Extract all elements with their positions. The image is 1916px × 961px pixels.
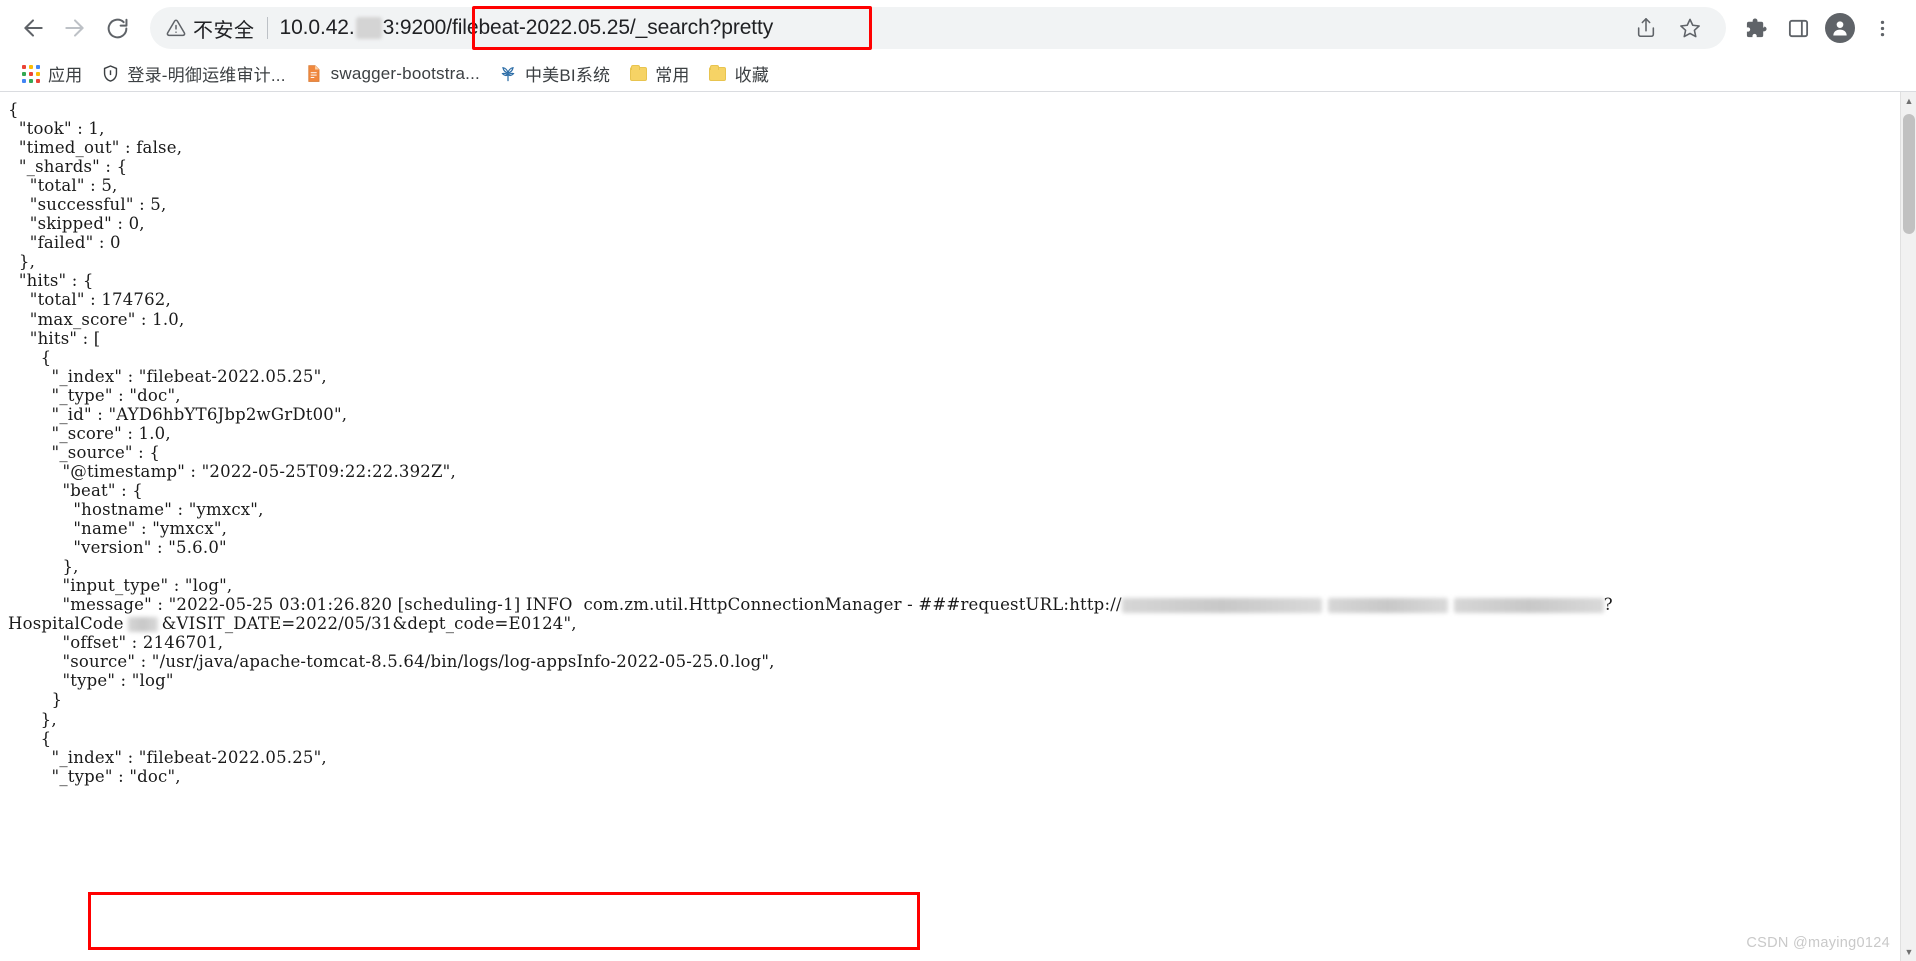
- json-message-head: "message" : "2022-05-25 03:01:26.820 [sc…: [8, 595, 1122, 615]
- bookmark-folder-2[interactable]: 收藏: [699, 57, 778, 90]
- url-path: filebeat-2022.05.25/_search?pretty: [452, 16, 774, 39]
- json-line: {: [8, 728, 52, 748]
- json-line: "total" : 174762,: [8, 290, 171, 310]
- json-line: "_id" : "AYD6hbYT6Jbp2wGrDt00",: [8, 404, 348, 424]
- json-line: "max_score" : 1.0,: [8, 309, 185, 329]
- bookmark-label: 收藏: [734, 66, 770, 85]
- address-bar[interactable]: 不安全 10.0.42. 3:9200/filebeat-2022.05.25/_…: [150, 7, 1726, 49]
- json-line: "_index" : "filebeat-2022.05.25",: [8, 747, 327, 767]
- json-message-tail-2: &VISIT_DATE=2022/05/31&dept_code=E0124",: [161, 614, 577, 634]
- extensions-icon[interactable]: [1736, 8, 1776, 48]
- json-line-source: "source" : "/usr/java/apache-tomcat-8.5.…: [8, 652, 775, 672]
- scroll-down-arrow[interactable]: ▼: [1901, 943, 1916, 961]
- json-line: {: [8, 347, 52, 367]
- profile-avatar[interactable]: [1820, 8, 1860, 48]
- json-line: "hits" : {: [8, 271, 94, 291]
- json-line: "version" : "5.6.0": [8, 538, 227, 558]
- apps-grid-icon: [21, 64, 41, 84]
- json-line: "skipped" : 0,: [8, 214, 145, 234]
- arrow-left-icon: [24, 19, 43, 37]
- json-line: "_source" : {: [8, 442, 161, 462]
- json-line: "input_type" : "log",: [8, 576, 233, 596]
- bookmark-label: 常用: [655, 66, 690, 85]
- folder-icon: [708, 64, 728, 84]
- url-host: 10.0.42.: [279, 16, 355, 39]
- scrollbar-thumb[interactable]: [1903, 114, 1915, 234]
- bookmark-folder-1[interactable]: 常用: [619, 57, 698, 90]
- url-host-tail: 3:9200: [382, 16, 447, 39]
- json-line: "@timestamp" : "2022-05-25T09:22:22.392Z…: [8, 461, 456, 481]
- json-line: "hostname" : "ymxcx",: [8, 499, 264, 519]
- browser-window: 不安全 10.0.42. 3:9200/filebeat-2022.05.25/_…: [0, 0, 1916, 961]
- json-line: "failed" : 0: [8, 233, 121, 253]
- bookmark-apps[interactable]: 应用: [12, 57, 91, 90]
- json-line: "hits" : [: [8, 328, 101, 348]
- message-redaction-blur-4: [127, 617, 158, 633]
- json-line: {: [8, 100, 19, 119]
- json-line: },: [8, 252, 36, 272]
- json-line: },: [8, 709, 57, 729]
- url-text[interactable]: 10.0.42. 3:9200/filebeat-2022.05.25/_sear…: [279, 16, 774, 40]
- json-line: "offset" : 2146701,: [8, 633, 224, 653]
- json-line: "_shards" : {: [8, 157, 128, 177]
- bookmark-label: 登录-明御运维审计...: [127, 66, 286, 85]
- source-highlight-box: [88, 892, 920, 950]
- vertical-scrollbar[interactable]: ▲ ▼: [1900, 92, 1916, 961]
- json-line: },: [8, 557, 79, 577]
- url-redaction-blur: [355, 17, 382, 39]
- json-line: "_index" : "filebeat-2022.05.25",: [8, 366, 327, 386]
- json-line: "total" : 5,: [8, 176, 118, 196]
- bookmark-label: swagger-bootstra...: [330, 63, 480, 83]
- shield-icon: [100, 64, 120, 84]
- json-message-line: "message" : "2022-05-25 03:01:26.820 [sc…: [8, 595, 1613, 633]
- bookmark-star-icon[interactable]: [1670, 8, 1710, 48]
- message-redaction-blur-1: [1121, 598, 1322, 614]
- reload-button[interactable]: [98, 9, 136, 47]
- chrome-menu-icon[interactable]: [1862, 8, 1902, 48]
- share-icon[interactable]: [1626, 8, 1666, 48]
- bookmark-label: 应用: [48, 66, 83, 85]
- plant-icon: [498, 64, 518, 84]
- security-status-text: 不安全: [193, 19, 255, 42]
- forward-button[interactable]: [56, 9, 94, 47]
- bookmark-item-1[interactable]: 登录-明御运维审计...: [91, 57, 294, 90]
- json-line: "_type" : "doc",: [8, 766, 181, 786]
- json-line: "beat" : {: [8, 480, 143, 500]
- json-line: "successful" : 5,: [8, 195, 167, 215]
- toolbar-actions: [1736, 8, 1902, 48]
- json-line-type: "type" : "log": [8, 671, 174, 691]
- bookmark-item-2[interactable]: swagger-bootstra...: [295, 60, 489, 88]
- scroll-up-arrow[interactable]: ▲: [1901, 92, 1916, 110]
- not-secure-warning-icon[interactable]: [166, 18, 186, 38]
- json-line: "took" : 1,: [8, 119, 105, 139]
- document-icon: [304, 64, 324, 84]
- json-line: "_type" : "doc",: [8, 385, 181, 405]
- json-message-tail-1: HospitalCode: [8, 614, 124, 634]
- bookmark-label: 中美BI系统: [524, 66, 611, 85]
- bookmark-item-3[interactable]: 中美BI系统: [489, 57, 619, 90]
- json-message-q: ?: [1603, 595, 1613, 615]
- side-panel-icon[interactable]: [1778, 8, 1818, 48]
- omnibox-divider: [266, 17, 268, 39]
- folder-icon: [628, 64, 648, 84]
- json-line: "timed_out" : false,: [8, 138, 183, 158]
- page-content: { "took" : 1, "timed_out" : false, "_sha…: [0, 92, 1916, 961]
- message-redaction-blur-2: [1327, 598, 1448, 614]
- message-redaction-blur-3: [1453, 598, 1604, 614]
- reload-icon: [107, 18, 127, 38]
- browser-toolbar: 不安全 10.0.42. 3:9200/filebeat-2022.05.25/_…: [0, 0, 1916, 56]
- json-line: }: [8, 690, 63, 710]
- bookmarks-bar: 应用 登录-明御运维审计... swagger-bootstra... 中美BI…: [0, 56, 1916, 92]
- back-button[interactable]: [14, 9, 52, 47]
- arrow-right-icon: [65, 19, 84, 37]
- json-line: "_score" : 1.0,: [8, 423, 171, 443]
- json-line: "name" : "ymxcx",: [8, 519, 228, 539]
- watermark-text: CSDN @maying0124: [1746, 935, 1890, 951]
- json-response-body: { "took" : 1, "timed_out" : false, "_sha…: [0, 92, 1916, 786]
